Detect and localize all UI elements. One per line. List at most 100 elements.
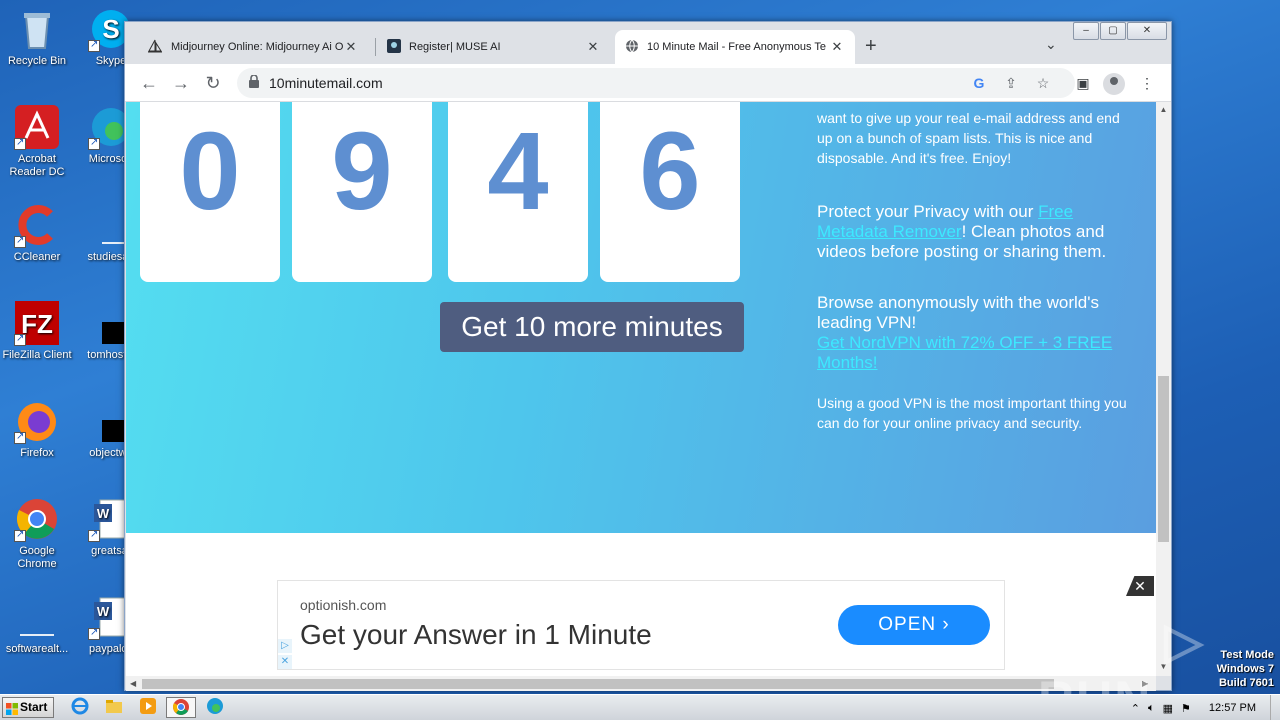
taskbar-chrome-icon[interactable] [166,697,196,718]
network-icon[interactable]: ▦ [1163,702,1173,715]
svg-text:S: S [102,14,119,44]
system-tray: ⌃ 🔈︎ ▦ ⚑ 12:57 PM [1131,695,1280,720]
tray-expand-icon[interactable]: ⌃ [1131,702,1140,715]
vpn-text: Browse anonymously with the world's lead… [817,293,1099,332]
privacy-paragraph: Protect your Privacy with our Free Metad… [817,202,1133,262]
maximize-button[interactable]: ▢ [1100,22,1126,40]
desktop-icon-label: softwarealt... [5,643,69,655]
new-tab-button[interactable]: + [865,36,877,56]
shortcut-arrow-icon [88,626,100,640]
share-icon[interactable]: ⇪ [1001,73,1021,93]
nordvpn-link[interactable]: Get NordVPN with 72% OFF + 3 FREE Months… [817,333,1133,373]
ad-close-button[interactable]: ✕ [1126,576,1154,596]
side-panel-icon[interactable]: ▣ [1073,73,1093,93]
forward-button[interactable]: → [169,71,193,95]
browser-toolbar: ← → ↻ 10minutemail.com G ⇪ ☆ ▣ ⋮ [125,64,1171,102]
tab-separator [375,38,376,56]
countdown-digit-card: 0 [140,102,280,282]
minimize-button[interactable]: – [1073,22,1099,40]
desktop-icon-label: Acrobat Reader DC [9,153,65,178]
desktop-icon-softwarealt[interactable]: softwarealt... [0,594,74,656]
address-bar[interactable]: 10minutemail.com G ⇪ ☆ [237,68,1075,98]
horizontal-scroll-thumb[interactable] [142,679,1054,689]
ad-domain: optionish.com [300,597,387,613]
taskbar-media-player-icon[interactable] [136,697,160,718]
show-desktop-button[interactable] [1270,695,1280,720]
countdown-digit: 4 [487,110,549,233]
acrobat-icon [14,104,60,150]
tab-muse-ai[interactable]: Register| MUSE AI ✕ [377,30,611,64]
clock[interactable]: 12:57 PM [1209,702,1256,714]
tab-title: 10 Minute Mail - Free Anonymous Te [647,41,826,53]
hero-section: 0 9 4 6 Get 10 more minutes want to give… [126,102,1156,533]
ad-choices-icon[interactable]: ▷ [278,639,292,653]
tab-10-minute-mail[interactable]: 10 Minute Mail - Free Anonymous Te ✕ [615,30,855,64]
chrome-icon [14,496,60,542]
taskbar-ie-icon[interactable] [68,697,92,718]
desktop-icon-filezilla[interactable]: FZ FileZilla Client [0,300,74,362]
firefox-icon [14,398,60,444]
scroll-left-arrow-icon[interactable]: ◀ [130,676,136,691]
vertical-scroll-thumb[interactable] [1158,376,1169,542]
desktop-icon-ccleaner[interactable]: CCleaner [0,202,74,264]
countdown-digit-card: 9 [292,102,432,282]
shortcut-arrow-icon [14,234,26,248]
shortcut-arrow-icon [88,136,100,150]
google-lens-icon[interactable]: G [969,73,989,93]
tab-title: Midjourney Online: Midjourney Ai On [171,41,343,53]
shortcut-arrow-icon [14,332,26,346]
desktop-icon-firefox[interactable]: Firefox [0,398,74,460]
ad-open-button[interactable]: OPEN › [838,605,990,645]
start-button[interactable]: Start [2,697,54,718]
shortcut-arrow-icon [88,38,100,52]
tab-close-icon[interactable]: ✕ [585,39,601,55]
profile-avatar-icon[interactable] [1103,73,1125,95]
taskbar-explorer-icon[interactable] [102,697,126,718]
desktop-icon-label: Google Chrome [17,545,57,570]
tab-close-icon[interactable]: ✕ [343,39,359,55]
desktop-icon-acrobat[interactable]: Acrobat Reader DC [0,104,74,179]
test-mode-notice: Test Mode Windows 7 Build 7601 [1217,648,1274,690]
countdown-digit-card: 4 [448,102,588,282]
lock-icon [249,74,259,88]
intro-text: want to give up your real e-mail address… [817,110,1120,166]
shortcut-arrow-icon [14,430,26,444]
action-center-flag-icon[interactable]: ⚑ [1181,702,1191,715]
more-menu-icon[interactable]: ⋮ [1137,73,1157,93]
get-more-minutes-button[interactable]: Get 10 more minutes [440,302,744,352]
window-controls: – ▢ ✕ [1072,22,1167,40]
shortcut-arrow-icon [88,528,100,542]
shortcut-arrow-icon [14,136,26,150]
ad-banner[interactable]: optionish.com Get your Answer in 1 Minut… [277,580,1005,670]
close-window-button[interactable]: ✕ [1127,22,1167,40]
windows-flag-icon [6,702,18,715]
tab-search-chevron-icon[interactable]: ⌄ [1045,36,1057,53]
scroll-up-arrow-icon[interactable]: ▲ [1156,105,1171,114]
horizontal-scrollbar[interactable]: ◀ ▶ [126,676,1156,691]
windows-version-line: Windows 7 [1216,663,1274,675]
reload-button[interactable]: ↻ [201,71,225,95]
vpn-paragraph: Browse anonymously with the world's lead… [817,293,1133,373]
desktop-icon-recycle-bin[interactable]: Recycle Bin [0,6,74,68]
test-mode-line: Test Mode [1220,649,1274,661]
taskbar-edge-icon[interactable] [203,697,227,718]
vertical-scrollbar[interactable]: ▲ ▼ [1156,102,1171,676]
desktop-icon-chrome[interactable]: Google Chrome [0,496,74,571]
tab-title: Register| MUSE AI [409,41,501,53]
countdown-digit: 6 [639,110,701,233]
vpn-note: Using a good VPN is the most important t… [817,395,1127,431]
privacy-text-pre: Protect your Privacy with our [817,202,1039,221]
tab-midjourney[interactable]: Midjourney Online: Midjourney Ai On ✕ [137,30,369,64]
midjourney-favicon-icon [147,39,163,56]
ad-headline: Get your Answer in 1 Minute [300,619,652,650]
bookmark-star-icon[interactable]: ☆ [1033,73,1053,93]
url-text: 10minutemail.com [269,75,383,91]
tab-close-icon[interactable]: ✕ [829,39,845,55]
file-icon [14,594,60,640]
desktop-icon-label: Recycle Bin [7,55,67,67]
back-button[interactable]: ← [137,71,161,95]
ad-close-small-icon[interactable]: ✕ [278,655,292,669]
volume-icon[interactable]: 🔈︎ [1148,702,1155,715]
recycle-bin-icon [14,6,60,52]
filezilla-icon: FZ [14,300,60,346]
